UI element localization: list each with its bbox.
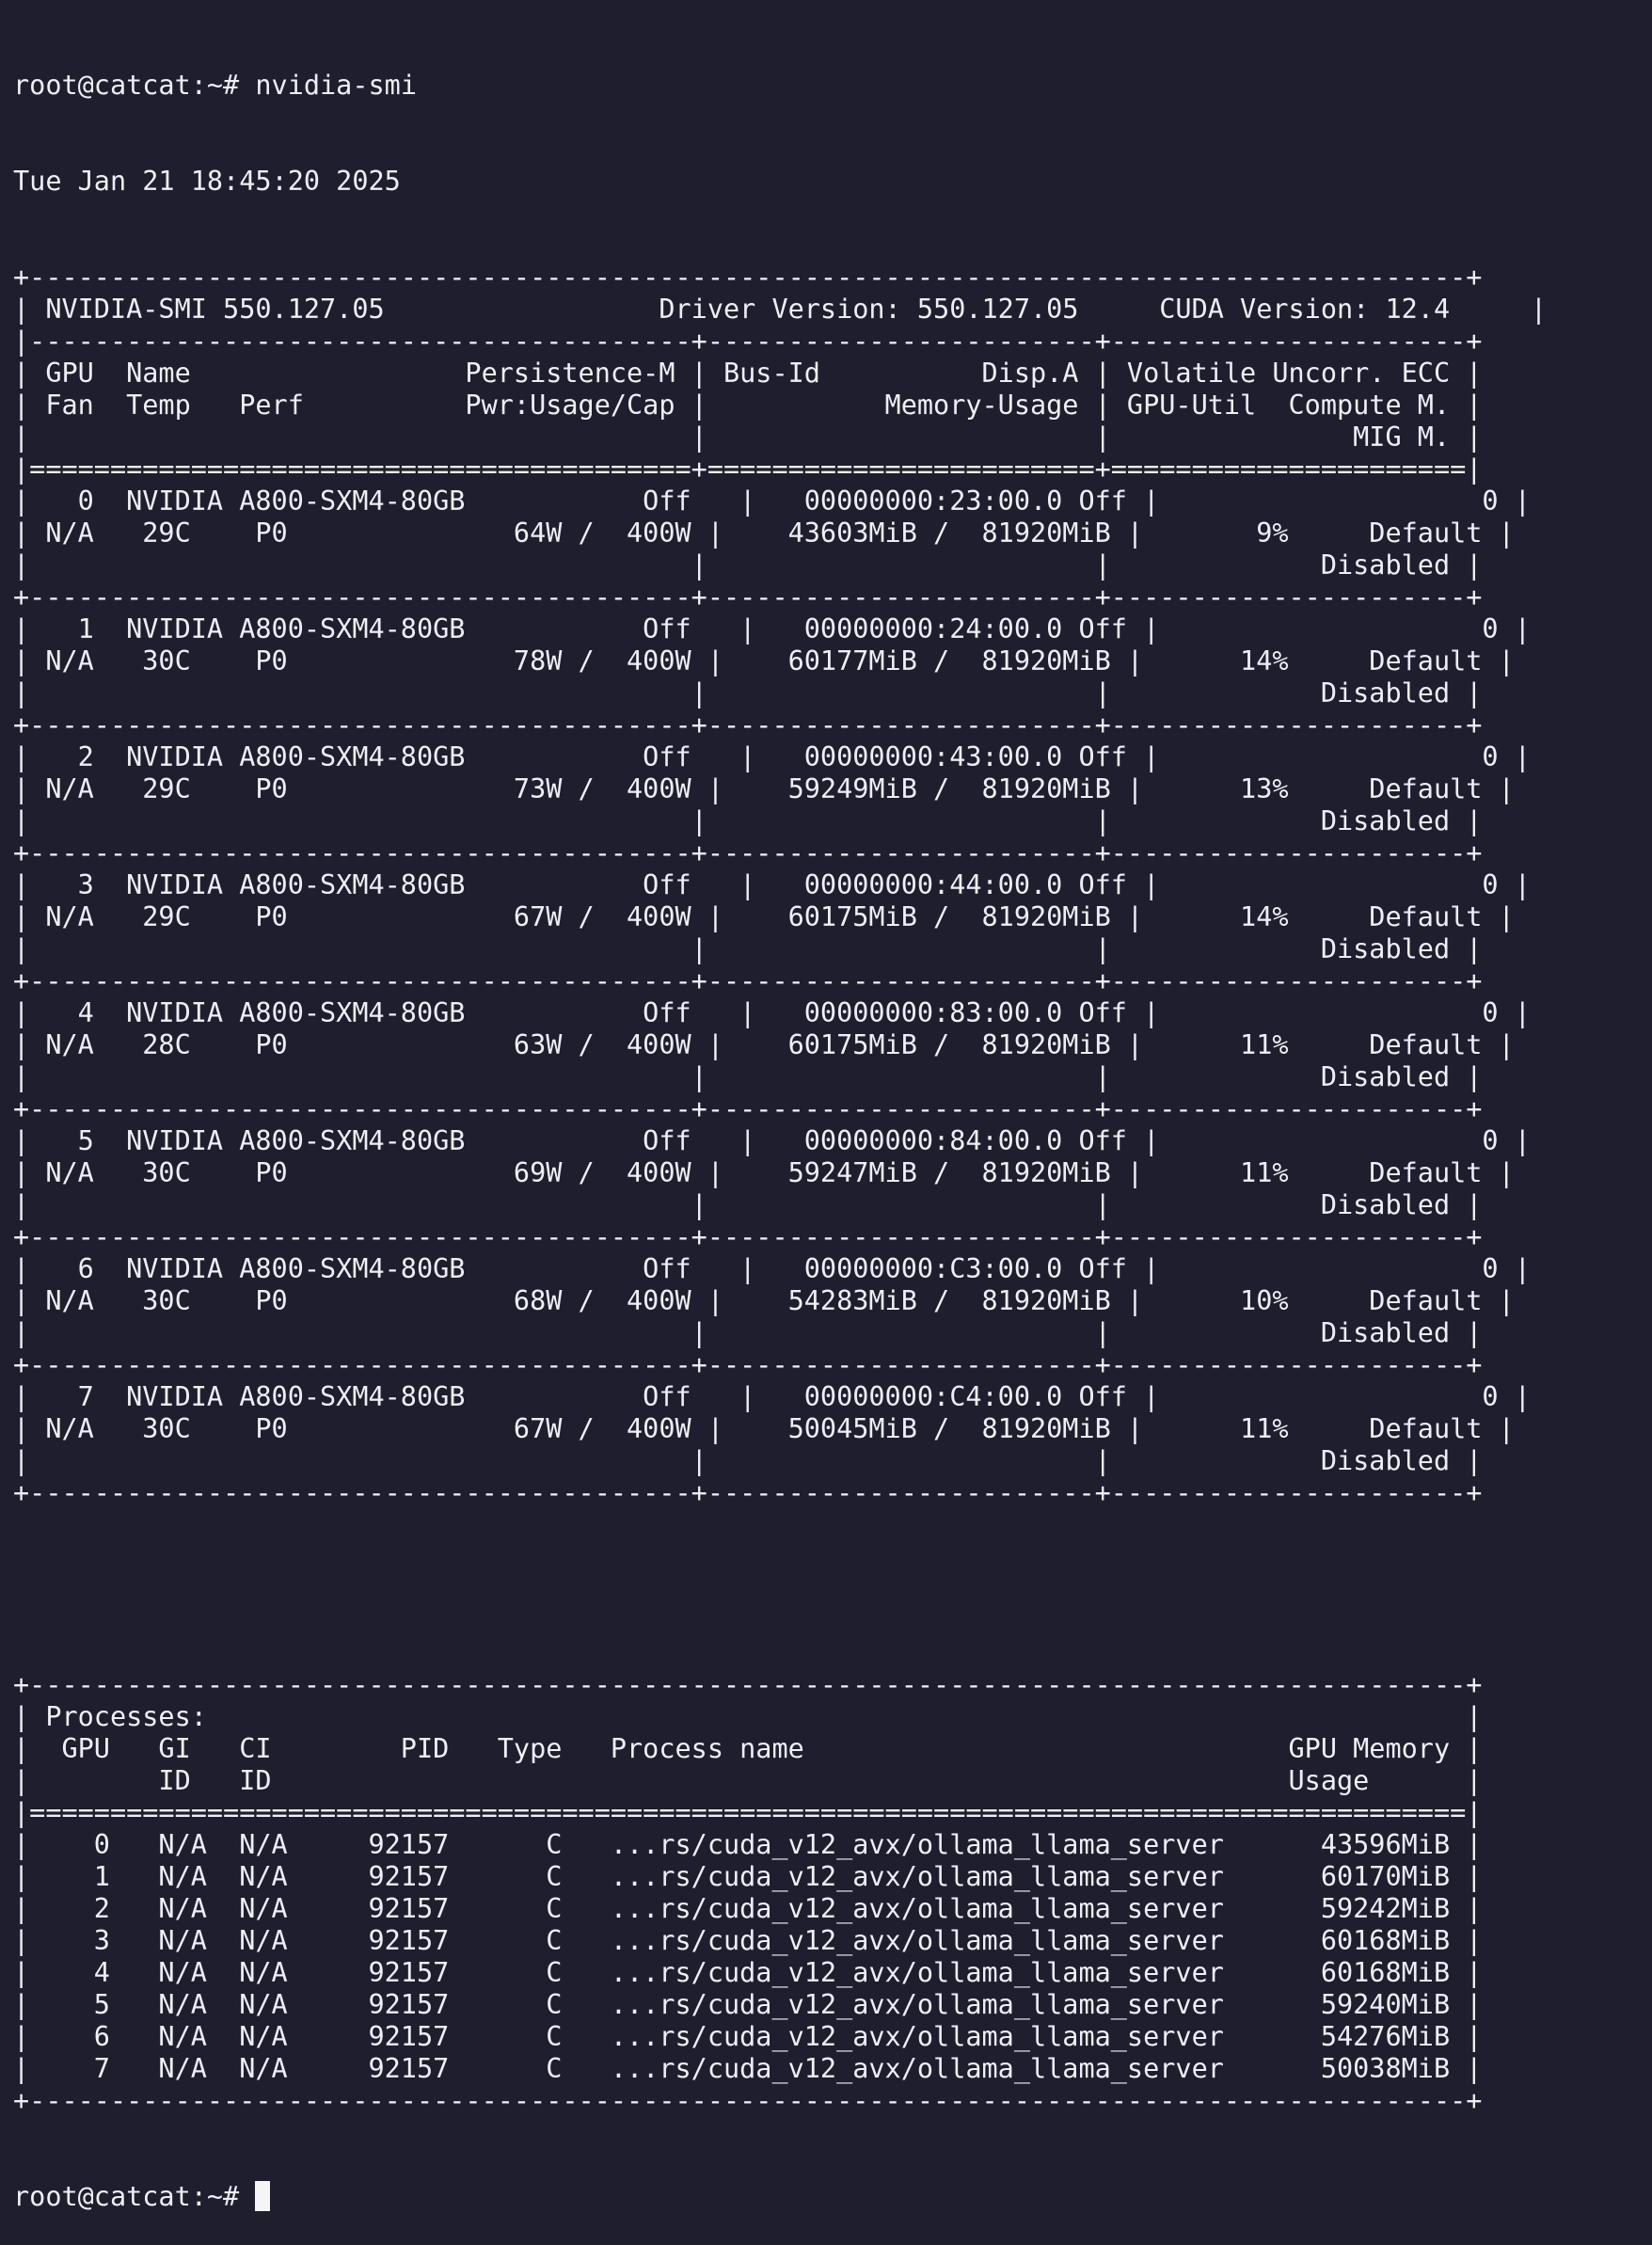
gpu-row: | N/A 30C P0 67W / 400W | 50045MiB / 819… <box>13 1413 1515 1444</box>
gpu-row: | 2 NVIDIA A800-SXM4-80GB Off | 00000000… <box>13 741 1531 772</box>
process-row: | 0 N/A N/A 92157 C ...rs/cuda_v12_avx/o… <box>13 1829 1483 1860</box>
gpu-row: | 0 NVIDIA A800-SXM4-80GB Off | 00000000… <box>13 486 1531 517</box>
gpu-row: | 6 NVIDIA A800-SXM4-80GB Off | 00000000… <box>13 1253 1531 1284</box>
table-border: |---------------------------------------… <box>13 326 1483 357</box>
process-header-line: | GPU GI CI PID Type Process name GPU Me… <box>13 1733 1483 1764</box>
table-border: +---------------------------------------… <box>13 1349 1483 1380</box>
gpu-row: | N/A 30C P0 69W / 400W | 59247MiB / 819… <box>13 1157 1515 1188</box>
column-header-line: | Fan Temp Perf Pwr:Usage/Cap | Memory-U… <box>13 390 1483 421</box>
gpu-row: | N/A 30C P0 68W / 400W | 54283MiB / 819… <box>13 1285 1515 1316</box>
gpu-row: | | | Disabled | <box>13 1061 1483 1092</box>
timestamp-line: Tue Jan 21 18:45:20 2025 <box>13 166 401 197</box>
table-border: +---------------------------------------… <box>13 709 1483 740</box>
gpu-row: | N/A 29C P0 73W / 400W | 59249MiB / 819… <box>13 773 1515 804</box>
gpu-row: | | | Disabled | <box>13 1445 1483 1476</box>
column-header-line: | GPU Name Persistence-M | Bus-Id Disp.A… <box>13 358 1483 389</box>
gpu-row: | | | Disabled | <box>13 549 1483 581</box>
gpu-row: | N/A 28C P0 63W / 400W | 60175MiB / 819… <box>13 1029 1515 1060</box>
command-line: root@catcat:~# nvidia-smi <box>13 70 1547 102</box>
table-border: +---------------------------------------… <box>13 1477 1483 1508</box>
table-border: +---------------------------------------… <box>13 837 1483 868</box>
gpu-row: | | | Disabled | <box>13 805 1483 836</box>
process-row: | 6 N/A N/A 92157 C ...rs/cuda_v12_avx/o… <box>13 2021 1483 2052</box>
gpu-row: | | | Disabled | <box>13 677 1483 709</box>
active-prompt-line[interactable]: root@catcat:~# <box>13 2181 1547 2213</box>
table-border: |=======================================… <box>13 454 1483 485</box>
terminal-output: root@catcat:~# nvidia-smi Tue Jan 21 18:… <box>13 6 1547 2245</box>
smi-version-line: | NVIDIA-SMI 550.127.05 Driver Version: … <box>13 294 1548 325</box>
table-border: +---------------------------------------… <box>13 1093 1483 1124</box>
gpu-row: | 7 NVIDIA A800-SXM4-80GB Off | 00000000… <box>13 1381 1531 1412</box>
gpu-row: | 5 NVIDIA A800-SXM4-80GB Off | 00000000… <box>13 1125 1531 1156</box>
gpu-row: | 1 NVIDIA A800-SXM4-80GB Off | 00000000… <box>13 613 1531 645</box>
shell-prompt: root@catcat:~# <box>13 70 256 101</box>
gpu-row: | | | Disabled | <box>13 933 1483 964</box>
process-row: | 2 N/A N/A 92157 C ...rs/cuda_v12_avx/o… <box>13 1893 1483 1924</box>
gpu-row: | N/A 29C P0 67W / 400W | 60175MiB / 819… <box>13 901 1515 932</box>
process-row: | 5 N/A N/A 92157 C ...rs/cuda_v12_avx/o… <box>13 1989 1483 2020</box>
processes-table: +---------------------------------------… <box>13 1669 1547 2117</box>
table-border: +---------------------------------------… <box>13 262 1483 293</box>
table-border: +---------------------------------------… <box>13 1669 1483 1700</box>
gpu-row: | N/A 30C P0 78W / 400W | 60177MiB / 819… <box>13 645 1515 677</box>
shell-prompt: root@catcat:~# <box>13 2181 256 2212</box>
gpu-row: | N/A 29C P0 64W / 400W | 43603MiB / 819… <box>13 517 1515 549</box>
cursor-block <box>255 2181 271 2211</box>
processes-title-line: | Processes: | <box>13 1701 1483 1732</box>
process-row: | 3 N/A N/A 92157 C ...rs/cuda_v12_avx/o… <box>13 1925 1483 1956</box>
column-header-line: | | | MIG M. | <box>13 422 1483 453</box>
table-border: |=======================================… <box>13 1797 1483 1828</box>
gpu-row: | 4 NVIDIA A800-SXM4-80GB Off | 00000000… <box>13 997 1531 1028</box>
process-header-line: | ID ID Usage | <box>13 1765 1483 1796</box>
gpu-row: | | | Disabled | <box>13 1189 1483 1220</box>
table-border: +---------------------------------------… <box>13 581 1483 613</box>
gpu-row: | 3 NVIDIA A800-SXM4-80GB Off | 00000000… <box>13 869 1531 900</box>
table-border: +---------------------------------------… <box>13 1221 1483 1252</box>
process-row: | 1 N/A N/A 92157 C ...rs/cuda_v12_avx/o… <box>13 1861 1483 1892</box>
typed-command: nvidia-smi <box>255 70 417 101</box>
table-border: +---------------------------------------… <box>13 2085 1483 2116</box>
gpu-status-table: +---------------------------------------… <box>13 262 1547 1509</box>
process-row: | 7 N/A N/A 92157 C ...rs/cuda_v12_avx/o… <box>13 2053 1483 2084</box>
table-border: +---------------------------------------… <box>13 965 1483 996</box>
gpu-row: | | | Disabled | <box>13 1317 1483 1348</box>
process-row: | 4 N/A N/A 92157 C ...rs/cuda_v12_avx/o… <box>13 1957 1483 1988</box>
